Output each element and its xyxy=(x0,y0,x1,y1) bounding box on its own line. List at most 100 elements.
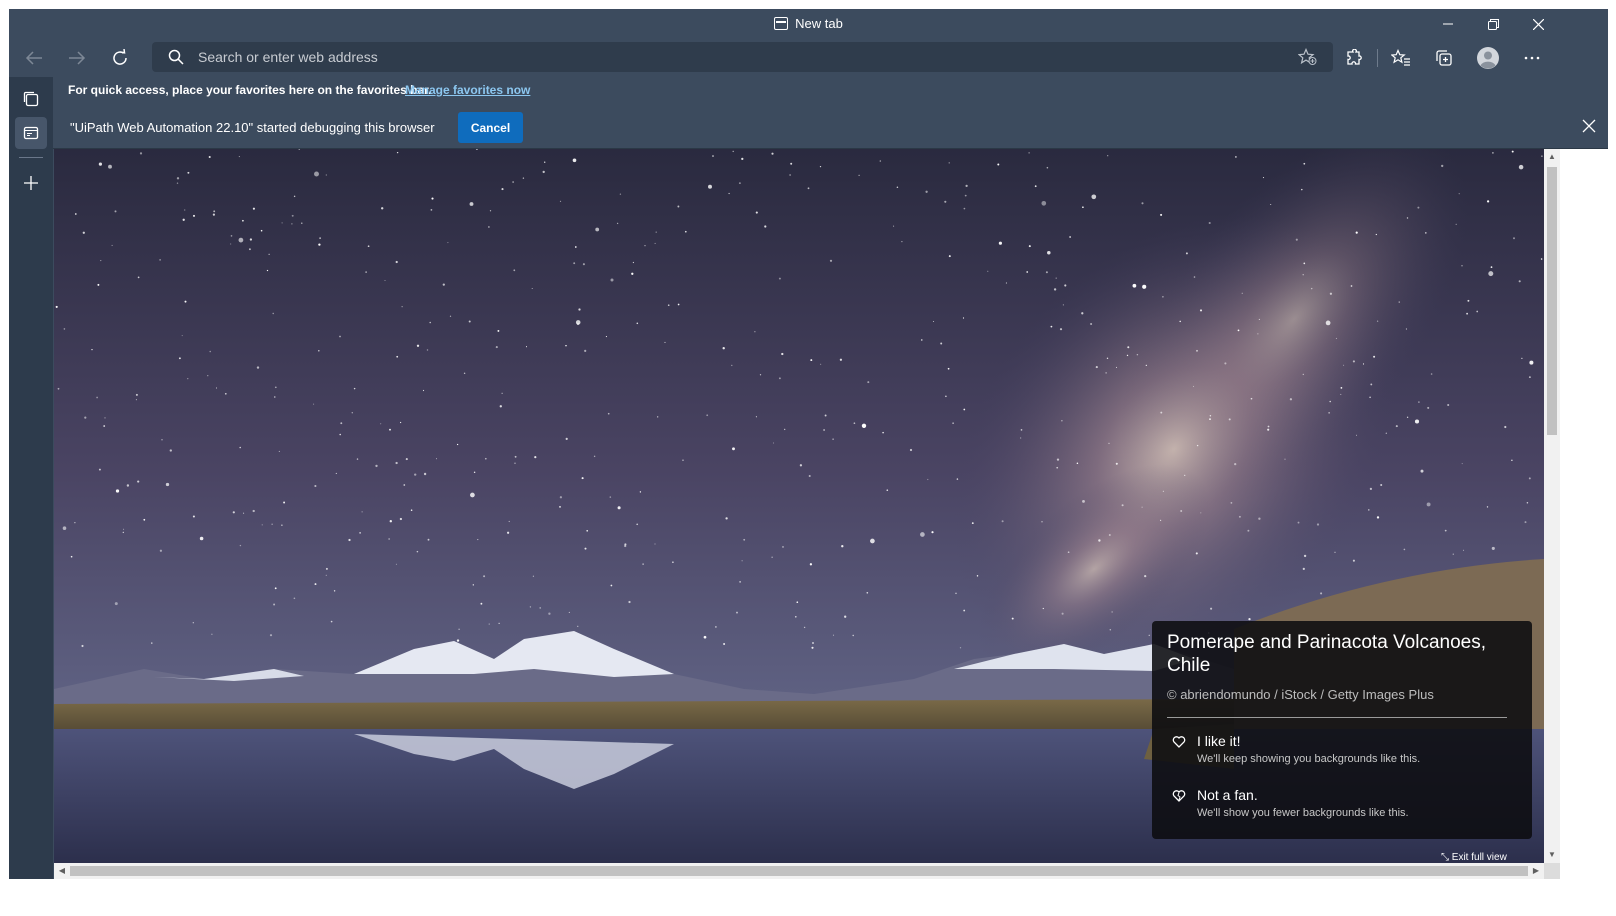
star xyxy=(96,396,98,399)
star xyxy=(1224,362,1227,365)
toolbar xyxy=(9,39,1608,77)
star xyxy=(192,214,196,217)
star xyxy=(62,526,67,530)
scroll-left-icon[interactable]: ◀ xyxy=(56,865,68,877)
star xyxy=(609,496,612,498)
star xyxy=(1209,415,1212,417)
star xyxy=(1461,265,1463,267)
star xyxy=(512,181,514,183)
cancel-debugging-button[interactable]: Cancel xyxy=(458,112,523,143)
star xyxy=(1162,490,1164,492)
manage-favorites-link[interactable]: Manage favorites now xyxy=(405,83,530,97)
star xyxy=(1193,276,1196,278)
star xyxy=(1398,301,1400,303)
star xyxy=(1329,292,1333,295)
refresh-button[interactable] xyxy=(103,41,137,75)
search-icon xyxy=(168,49,184,65)
star xyxy=(151,642,153,644)
star xyxy=(224,392,227,395)
minimize-button[interactable] xyxy=(1425,9,1471,39)
star xyxy=(1513,237,1515,240)
star xyxy=(882,431,884,434)
star xyxy=(1020,429,1023,431)
tab-actions-button[interactable] xyxy=(15,83,47,115)
star xyxy=(1303,162,1306,165)
close-icon xyxy=(1532,18,1544,30)
star xyxy=(1328,412,1330,414)
star xyxy=(1108,534,1111,536)
close-icon[interactable] xyxy=(1580,117,1598,135)
exit-full-view-button[interactable]: ⤡ Exit full view xyxy=(1441,852,1507,863)
star xyxy=(169,449,172,452)
star xyxy=(829,259,833,262)
extensions-button[interactable] xyxy=(1337,42,1371,74)
star xyxy=(1529,360,1534,365)
star xyxy=(181,335,183,337)
star xyxy=(1257,333,1259,335)
star xyxy=(1329,400,1331,403)
window-title: New tab xyxy=(9,16,1608,31)
star xyxy=(654,543,656,545)
vertical-scrollbar[interactable]: ▲ ▼ xyxy=(1544,149,1560,863)
add-favorite-icon[interactable] xyxy=(1298,48,1318,66)
star xyxy=(1056,466,1059,469)
star xyxy=(1376,320,1379,322)
more-icon xyxy=(1524,56,1540,60)
star xyxy=(1184,474,1186,477)
profile-button[interactable] xyxy=(1471,42,1505,74)
star xyxy=(1196,444,1199,447)
scrollbar-thumb[interactable] xyxy=(1547,167,1557,435)
close-window-button[interactable] xyxy=(1515,9,1561,39)
debugging-message: "UiPath Web Automation 22.10" started de… xyxy=(70,120,435,135)
forward-button[interactable] xyxy=(60,41,94,75)
star xyxy=(161,439,163,441)
star xyxy=(559,506,561,508)
star xyxy=(82,231,85,234)
star xyxy=(114,602,118,606)
star xyxy=(456,639,460,642)
vertical-tab-new-tab[interactable] xyxy=(15,117,47,149)
star xyxy=(1414,419,1420,424)
star xyxy=(853,422,856,425)
star xyxy=(619,193,622,195)
star xyxy=(1303,554,1307,558)
star xyxy=(1160,519,1162,521)
star xyxy=(319,237,321,239)
star xyxy=(207,375,209,377)
star xyxy=(539,607,542,609)
more-button[interactable] xyxy=(1515,42,1549,74)
star xyxy=(1210,607,1213,610)
restore-button[interactable] xyxy=(1470,9,1516,39)
star xyxy=(1001,520,1004,523)
collections-button[interactable] xyxy=(1427,42,1461,74)
star xyxy=(870,538,875,544)
favorites-icon xyxy=(1391,49,1410,66)
star xyxy=(1061,612,1064,615)
dislike-background-option[interactable]: Not a fan. We'll show you fewer backgrou… xyxy=(1167,787,1507,831)
scroll-up-icon[interactable]: ▲ xyxy=(1547,151,1557,163)
scroll-right-icon[interactable]: ▶ xyxy=(1530,865,1542,877)
star xyxy=(184,300,187,303)
back-button[interactable] xyxy=(17,41,51,75)
star xyxy=(1045,271,1048,274)
search-input[interactable] xyxy=(198,42,1278,72)
star xyxy=(796,601,799,604)
star xyxy=(595,227,600,232)
star xyxy=(522,177,525,179)
star xyxy=(1343,364,1345,366)
scrollbar-thumb[interactable] xyxy=(70,866,1528,876)
star xyxy=(97,283,100,286)
new-tab-button[interactable] xyxy=(15,167,47,199)
star xyxy=(581,477,584,480)
scroll-down-icon[interactable]: ▼ xyxy=(1547,849,1557,861)
address-bar[interactable] xyxy=(152,42,1333,72)
vertical-tabs-icon xyxy=(23,126,39,140)
profile-icon xyxy=(1477,47,1499,69)
star xyxy=(506,531,510,534)
collapse-icon: ⤡ xyxy=(1441,852,1452,863)
star xyxy=(1247,529,1250,532)
star xyxy=(799,464,803,467)
like-background-option[interactable]: I like it! We'll keep showing you backgr… xyxy=(1167,733,1507,777)
horizontal-scrollbar[interactable]: ◀ ▶ xyxy=(54,863,1544,879)
favorites-button[interactable] xyxy=(1384,42,1418,74)
